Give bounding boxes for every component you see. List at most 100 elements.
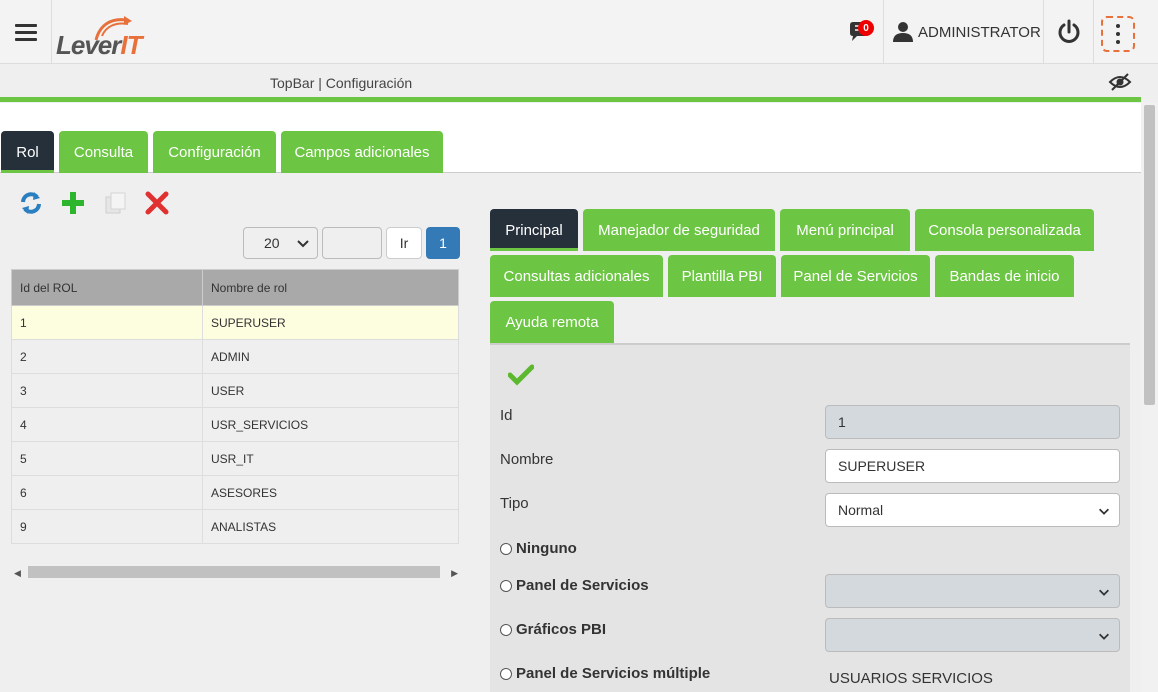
menu-button[interactable] — [0, 0, 52, 64]
radio-panel-servicios[interactable]: Panel de Servicios — [500, 577, 649, 594]
breadcrumb-bar: TopBar | Configuración — [0, 64, 1141, 102]
grid-toolbar — [18, 190, 170, 216]
cell-id: 5 — [11, 441, 203, 476]
tab-consulta[interactable]: Consulta — [59, 131, 148, 173]
table-row[interactable]: 3 USER — [11, 373, 459, 408]
go-button[interactable]: Ir — [386, 227, 422, 259]
table-row[interactable]: 9 ANALISTAS — [11, 509, 459, 544]
radio-label: Panel de Servicios — [516, 577, 649, 594]
notification-badge: 0 — [858, 20, 874, 36]
user-menu[interactable]: ADMINISTRATOR — [884, 0, 1044, 64]
cell-name: SUPERUSER — [202, 305, 459, 340]
hide-eye-icon[interactable] — [1108, 72, 1132, 92]
cell-name: ANALISTAS — [202, 509, 459, 544]
logout-button[interactable] — [1044, 0, 1094, 64]
top-header: LeverIT 0 ADMINISTRATOR — [0, 0, 1158, 64]
name-label: Nombre — [500, 451, 554, 468]
chevron-down-icon — [1099, 589, 1109, 596]
scroll-left-arrow-icon[interactable]: ◀ — [14, 568, 21, 579]
panel-servicios-select[interactable] — [825, 574, 1120, 608]
subtab-consola-personalizada[interactable]: Consola personalizada — [915, 209, 1094, 251]
type-value: Normal — [838, 502, 884, 518]
cell-id: 3 — [11, 373, 203, 408]
copy-icon[interactable] — [102, 190, 128, 216]
type-label: Tipo — [500, 495, 529, 512]
cell-name: USR_SERVICIOS — [202, 407, 459, 442]
scrollbar-thumb[interactable] — [1144, 105, 1155, 405]
user-name: ADMINISTRATOR — [918, 23, 1041, 41]
type-select[interactable]: Normal — [825, 493, 1120, 527]
cell-id: 4 — [11, 407, 203, 442]
cell-name: ASESORES — [202, 475, 459, 510]
page-number-input[interactable] — [322, 227, 382, 259]
hamburger-icon — [14, 22, 37, 43]
logo-text: Lever — [56, 30, 121, 60]
add-icon[interactable] — [60, 190, 86, 216]
page-size-value: 20 — [264, 235, 280, 251]
radio-button-icon — [500, 542, 512, 555]
subtab-ayuda-remota[interactable]: Ayuda remota — [490, 301, 614, 343]
subtab-panel-servicios[interactable]: Panel de Servicios — [781, 255, 930, 297]
multi-panel-value: USUARIOS SERVICIOS — [829, 670, 993, 687]
chevron-down-icon — [1099, 508, 1109, 515]
main-tabs: Rol Consulta Configuración Campos adicio… — [0, 131, 1141, 173]
cell-name: USER — [202, 373, 459, 408]
radio-button-icon — [500, 667, 512, 680]
page-vertical-scrollbar[interactable] — [1141, 103, 1158, 692]
scrollbar-thumb[interactable] — [28, 566, 440, 578]
name-input[interactable]: SUPERUSER — [825, 449, 1120, 483]
radio-ninguno[interactable]: Ninguno — [500, 540, 577, 557]
delete-icon[interactable] — [144, 190, 170, 216]
subtab-bandas-inicio[interactable]: Bandas de inicio — [935, 255, 1074, 297]
scroll-right-arrow-icon[interactable]: ▶ — [451, 568, 458, 579]
subtab-principal[interactable]: Principal — [490, 209, 578, 251]
kebab-dot-icon — [1116, 24, 1120, 28]
subtab-menu-principal[interactable]: Menú principal — [780, 209, 910, 251]
table-header-row: Id del ROL Nombre de rol — [11, 269, 459, 306]
subtab-consultas-adicionales[interactable]: Consultas adicionales — [490, 255, 663, 297]
radio-label: Ninguno — [516, 540, 577, 557]
chevron-down-icon — [297, 240, 309, 248]
user-icon — [893, 22, 913, 42]
table-row[interactable]: 2 ADMIN — [11, 339, 459, 374]
tab-rol[interactable]: Rol — [1, 131, 54, 173]
cell-id: 1 — [11, 305, 203, 340]
more-options-button[interactable] — [1101, 16, 1135, 52]
breadcrumb: TopBar | Configuración — [270, 75, 413, 91]
column-header-id[interactable]: Id del ROL — [11, 269, 203, 306]
table-row[interactable]: 1 SUPERUSER — [11, 305, 459, 340]
radio-button-icon — [500, 623, 512, 636]
subtab-manejador-seguridad[interactable]: Manejador de seguridad — [583, 209, 775, 251]
roles-table: Id del ROL Nombre de rol 1 SUPERUSER 2 ADM… — [11, 269, 459, 544]
tab-campos-adicionales[interactable]: Campos adicionales — [281, 131, 443, 173]
power-icon — [1058, 19, 1079, 43]
cell-name: ADMIN — [202, 339, 459, 374]
radio-panel-servicios-multiple[interactable]: Panel de Servicios múltiple — [500, 665, 710, 682]
tab-configuracion[interactable]: Configuración — [153, 131, 276, 173]
page-size-select[interactable]: 20 — [243, 227, 318, 259]
cell-id: 2 — [11, 339, 203, 374]
cell-id: 6 — [11, 475, 203, 510]
table-row[interactable]: 6 ASESORES — [11, 475, 459, 510]
table-row[interactable]: 5 USR_IT — [11, 441, 459, 476]
table-horizontal-scrollbar[interactable]: ◀ ▶ — [14, 566, 458, 578]
radio-button-icon — [500, 579, 512, 592]
content-spacer — [0, 103, 1141, 131]
chevron-down-icon — [1099, 633, 1109, 640]
logo-suffix: IT — [120, 30, 142, 60]
save-check-icon[interactable] — [508, 364, 534, 386]
refresh-icon[interactable] — [18, 190, 44, 216]
cell-name: USR_IT — [202, 441, 459, 476]
cell-id: 9 — [11, 509, 203, 544]
radio-graficos-pbi[interactable]: Gráficos PBI — [500, 621, 606, 638]
radio-label: Gráficos PBI — [516, 621, 607, 638]
graficos-pbi-select[interactable] — [825, 618, 1120, 652]
table-row[interactable]: 4 USR_SERVICIOS — [11, 407, 459, 442]
column-header-name[interactable]: Nombre de rol — [202, 269, 459, 306]
radio-label: Panel de Servicios múltiple — [516, 665, 711, 682]
subtab-plantilla-pbi[interactable]: Plantilla PBI — [668, 255, 776, 297]
id-field: 1 — [825, 405, 1120, 439]
logo[interactable]: LeverIT — [56, 30, 143, 61]
id-label: Id — [500, 407, 513, 424]
current-page-button[interactable]: 1 — [426, 227, 460, 259]
